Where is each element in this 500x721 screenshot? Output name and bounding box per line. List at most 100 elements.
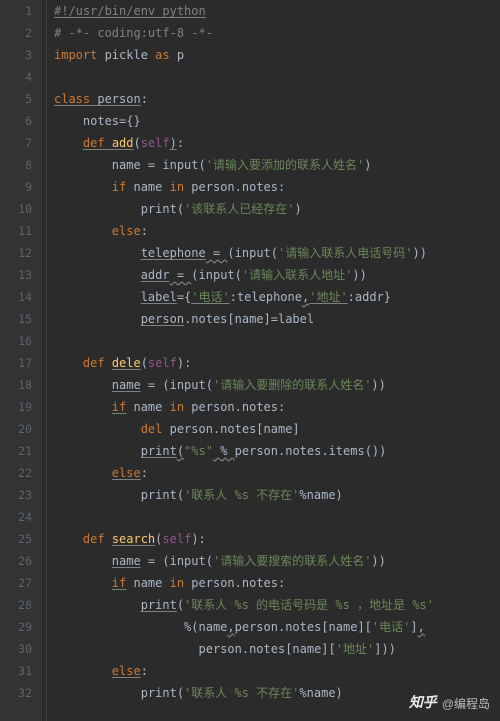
code-token: ( xyxy=(177,202,184,216)
line-number: 24 xyxy=(0,506,32,528)
line-number: 22 xyxy=(0,462,32,484)
code-line[interactable]: class person: xyxy=(52,88,434,110)
code-token: "%s" xyxy=(184,444,213,458)
code-token: '请输入要搜索的联系人姓名' xyxy=(213,554,371,568)
code-line[interactable]: if name in person.notes: xyxy=(52,572,434,594)
code-line[interactable] xyxy=(52,506,434,528)
code-token: input xyxy=(170,554,206,568)
line-number: 20 xyxy=(0,418,32,440)
code-token: add xyxy=(112,136,134,150)
code-editor[interactable]: 1234567891011121314151617181920212223242… xyxy=(0,0,500,721)
code-token: if xyxy=(112,400,126,414)
code-line[interactable]: print('联系人 %s 的电话号码是 %s ，地址是 %s' xyxy=(52,594,434,616)
code-line[interactable]: telephone = (input('请输入联系人电话号码')) xyxy=(52,242,434,264)
line-number: 31 xyxy=(0,660,32,682)
code-line[interactable]: %(name,person.notes[name]['电话'], xyxy=(52,616,434,638)
code-token: name xyxy=(133,180,169,194)
code-token: del xyxy=(141,422,170,436)
code-line[interactable]: person.notes[name]['地址'])) xyxy=(52,638,434,660)
code-token: ): xyxy=(191,532,205,546)
code-line[interactable]: print('联系人 %s 不存在'%name) xyxy=(52,682,434,704)
code-line[interactable]: notes={} xyxy=(52,110,434,132)
code-token: p xyxy=(177,48,184,62)
line-number: 30 xyxy=(0,638,32,660)
line-number: 9 xyxy=(0,176,32,198)
code-token xyxy=(54,202,141,216)
code-token: person.notes: xyxy=(191,576,285,590)
code-token: name xyxy=(126,400,169,414)
code-token: : xyxy=(141,664,148,678)
code-token: person.notes.items()) xyxy=(235,444,387,458)
code-line[interactable] xyxy=(52,66,434,88)
code-area[interactable]: #!/usr/bin/env python # -*- coding:utf-8 … xyxy=(52,0,434,721)
line-number: 27 xyxy=(0,572,32,594)
code-line[interactable]: import pickle as p xyxy=(52,44,434,66)
code-token: ( xyxy=(235,268,242,282)
code-line[interactable]: del person.notes[name] xyxy=(52,418,434,440)
code-line[interactable] xyxy=(52,330,434,352)
code-token: in xyxy=(170,576,192,590)
code-line[interactable]: name = (input('请输入要搜索的联系人姓名')) xyxy=(52,550,434,572)
code-token: , xyxy=(227,620,234,634)
line-number: 19 xyxy=(0,396,32,418)
code-token: print xyxy=(141,598,177,612)
code-token xyxy=(54,532,83,546)
line-number: 32 xyxy=(0,682,32,704)
code-line[interactable]: name = (input('请输入要删除的联系人姓名')) xyxy=(52,374,434,396)
code-token: %(name xyxy=(54,620,227,634)
code-line[interactable]: #!/usr/bin/env python xyxy=(52,0,434,22)
code-line[interactable]: def add(self): xyxy=(52,132,434,154)
code-line[interactable]: else: xyxy=(52,220,434,242)
code-token: )) xyxy=(371,554,385,568)
code-token: input xyxy=(199,268,235,282)
code-token: : xyxy=(141,224,148,238)
code-token: '联系人 %s 的电话号码是 %s ，地址是 %s' xyxy=(184,598,434,612)
code-token: self xyxy=(141,136,170,150)
code-token: import xyxy=(54,48,105,62)
code-token: print xyxy=(141,686,177,700)
code-line[interactable]: if name in person.notes: xyxy=(52,176,434,198)
code-line[interactable]: label={'电话':telephone,'地址':addr} xyxy=(52,286,434,308)
code-line[interactable]: addr = (input('请输入联系人地址')) xyxy=(52,264,434,286)
code-token: '请输入联系人地址' xyxy=(242,268,352,282)
code-token: print xyxy=(141,488,177,502)
code-token: else xyxy=(112,224,141,238)
code-token: else xyxy=(112,466,141,480)
code-line[interactable]: name = input('请输入要添加的联系人姓名') xyxy=(52,154,434,176)
code-token: ) xyxy=(170,136,177,150)
code-token: ( xyxy=(134,136,141,150)
code-line[interactable]: # -*- coding:utf-8 -*- xyxy=(52,22,434,44)
code-token xyxy=(54,488,141,502)
code-line[interactable]: def search(self): xyxy=(52,528,434,550)
code-line[interactable]: def dele(self): xyxy=(52,352,434,374)
code-token: ( xyxy=(177,488,184,502)
code-token xyxy=(54,576,112,590)
line-number: 4 xyxy=(0,66,32,88)
code-token: in xyxy=(170,180,192,194)
code-token xyxy=(54,290,141,304)
code-line[interactable]: else: xyxy=(52,660,434,682)
code-token: telephone xyxy=(141,246,206,260)
line-number: 5 xyxy=(0,88,32,110)
code-token: print xyxy=(141,444,177,458)
code-token: ] xyxy=(410,620,417,634)
code-token xyxy=(54,224,112,238)
code-token: person.notes[name] xyxy=(170,422,300,436)
code-token: in xyxy=(170,400,192,414)
code-token: '电话' xyxy=(372,620,410,634)
code-line[interactable]: person.notes[name]=label xyxy=(52,308,434,330)
code-line[interactable]: print('该联系人已经存在') xyxy=(52,198,434,220)
code-token: else xyxy=(112,664,141,678)
code-token: ( xyxy=(227,246,234,260)
code-line[interactable]: print('联系人 %s 不存在'%name) xyxy=(52,484,434,506)
code-token: ) xyxy=(364,158,371,172)
code-token: search xyxy=(112,532,155,546)
line-number: 8 xyxy=(0,154,32,176)
code-token: person xyxy=(97,92,140,106)
code-token: addr xyxy=(141,268,170,282)
code-line[interactable]: else: xyxy=(52,462,434,484)
code-token: ( xyxy=(271,246,278,260)
code-line[interactable]: if name in person.notes: xyxy=(52,396,434,418)
code-line[interactable]: print("%s" % person.notes.items()) xyxy=(52,440,434,462)
code-token: # -*- coding:utf-8 -*- xyxy=(54,26,213,40)
